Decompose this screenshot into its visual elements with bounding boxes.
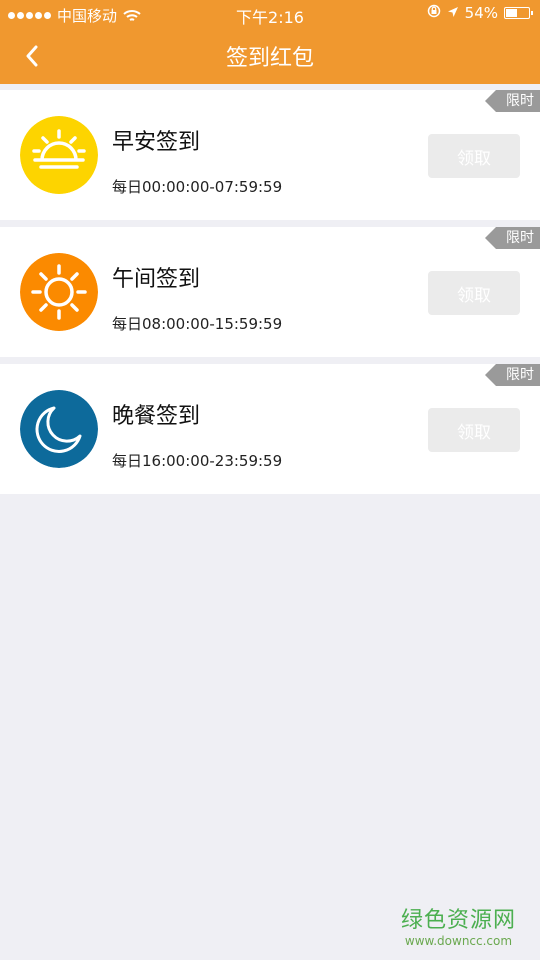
card-title: 午间签到 [112,267,201,292]
nav-bar: 签到红包 [0,28,540,84]
battery-percent: 54% [464,4,498,22]
battery-level [506,9,518,17]
watermark-title: 绿色资源网 [400,908,516,933]
watermark-url: www.downcc.com [404,934,513,948]
card-title: 晚餐签到 [112,404,201,429]
checkin-card-noon: 午间签到 每日08:00:00-15:59:59 领取 限时 [0,227,540,357]
battery-icon [504,7,533,19]
claim-button[interactable]: 领取 [428,408,520,452]
card-time-range: 每日16:00:00-23:59:59 [112,452,283,470]
card-title: 早安签到 [112,130,201,155]
limited-time-tag: 限时 [485,364,540,386]
page-title: 签到红包 [225,46,314,71]
limited-time-tag: 限时 [485,90,540,112]
sun-icon [20,253,98,331]
location-arrow-icon [447,4,459,22]
header: 中国移动 下午2:16 54% 签到红包 [0,0,540,84]
moon-icon [20,390,98,468]
watermark: 绿色资源网 www.downcc.com [401,902,516,948]
checkin-list: 早安签到 每日00:00:00-07:59:59 领取 限时 午间签到 每日08… [0,90,540,501]
sunrise-icon [20,116,98,194]
checkin-card-morning: 早安签到 每日00:00:00-07:59:59 领取 限时 [0,90,540,220]
status-bar: 中国移动 下午2:16 54% [0,0,540,28]
card-time-range: 每日08:00:00-15:59:59 [112,315,283,333]
limited-time-tag: 限时 [485,227,540,249]
card-time-range: 每日00:00:00-07:59:59 [112,178,283,196]
claim-button[interactable]: 领取 [428,134,520,178]
checkin-card-dinner: 晚餐签到 每日16:00:00-23:59:59 领取 限时 [0,364,540,494]
claim-button[interactable]: 领取 [428,271,520,315]
rotation-lock-icon [427,4,441,22]
status-right: 54% [427,4,533,22]
